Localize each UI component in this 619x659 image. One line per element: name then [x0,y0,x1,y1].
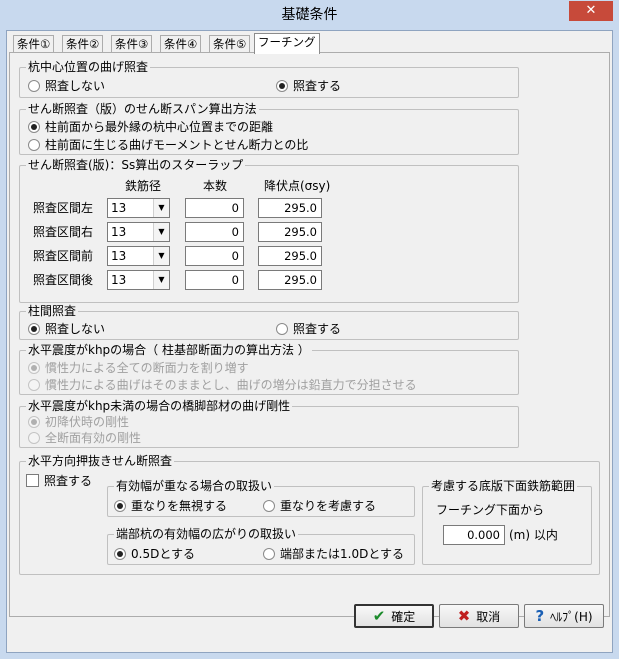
yield-input-back[interactable]: 295.0 [258,270,322,290]
radio-icon [263,499,275,512]
group-title: 柱間照査 [26,304,79,318]
group-title: 有効幅が重なる場合の取扱い [114,479,275,493]
group-shear-span: せん断照査（版）のせん断スパン算出方法 柱前面から最外縁の杭中心位置までの距離 … [19,102,519,155]
count-input-right[interactable]: 0 [185,222,244,242]
tab-condition-2[interactable]: 条件② [62,35,104,53]
checkbox-icon [26,474,39,487]
row-label-left: 照査区間左 [33,201,94,215]
close-button[interactable]: ✕ [569,1,613,21]
dialog-client: 条件① 条件② 条件③ 条件④ 条件⑤ フーチング 杭中心位置の曲げ照査 照査し… [6,30,613,653]
tab-panel-footing: 杭中心位置の曲げ照査 照査しない 照査する せん断照査（版）のせん断スパン算出方… [9,52,610,617]
diameter-select-back[interactable]: 13 ▼ [107,270,170,290]
radio-icon [28,361,40,374]
ok-button[interactable]: ✔ 確定 [354,604,434,628]
radio-initial-yield-stiffness[interactable]: 初降伏時の剛性 [28,413,129,430]
group-title: 水平震度がkhp未満の場合の橋脚部材の曲げ剛性 [26,399,293,413]
radio-icon [263,547,275,560]
window-title: 基礎条件 [281,7,338,23]
group-pile-center-bending: 杭中心位置の曲げ照査 照査しない 照査する [19,60,519,98]
radio-icon [28,120,40,133]
radio-icon [28,322,40,335]
cancel-button[interactable]: ✖ 取消 [439,604,519,628]
radio-icon [28,415,40,428]
tab-condition-3[interactable]: 条件③ [111,35,153,53]
close-icon: ✕ [585,3,597,18]
radio-icon [276,79,288,92]
group-inter-column: 柱間照査 照査しない 照査する [19,304,519,340]
diameter-select-left[interactable]: 13 ▼ [107,198,170,218]
row-label-back: 照査区間後 [33,273,94,287]
group-overlap-handling: 有効幅が重なる場合の取扱い 重なりを無視する 重なりを考慮する [107,479,415,517]
dropdown-arrow-icon: ▼ [153,247,169,265]
group-title: せん断照査（版）のせん断スパン算出方法 [26,102,259,116]
tab-condition-1[interactable]: 条件① [13,35,55,53]
tab-condition-5[interactable]: 条件⑤ [209,35,251,53]
dialog-window: 基礎条件 ✕ 条件① 条件② 条件③ 条件④ 条件⑤ フーチング 杭中心位置の曲… [0,0,619,659]
checkbox-punching-check[interactable]: 照査する [26,472,92,489]
yield-input-right[interactable]: 295.0 [258,222,322,242]
group-title: 考慮する底版下面鉄筋範囲 [429,479,578,493]
group-title: せん断照査(版)：Ss算出のスターラップ [26,158,246,172]
radio-end-pile-05d[interactable]: 0.5Dとする [114,545,195,562]
radio-inter-column-no[interactable]: 照査しない [28,320,105,337]
group-rebar-range: 考慮する底版下面鉄筋範囲 フーチング下面から 0.000 (m) 以内 [422,479,592,565]
column-header-yield: 降伏点(σsy) [264,179,331,193]
yield-input-left[interactable]: 295.0 [258,198,322,218]
group-title: 水平震度がkhpの場合（ 柱基部断面力の算出方法 ） [26,343,312,357]
group-khp-under: 水平震度がkhp未満の場合の橋脚部材の曲げ剛性 初降伏時の剛性 全断面有効の剛性 [19,399,519,448]
question-icon: ? [535,607,545,625]
group-khp-case: 水平震度がkhpの場合（ 柱基部断面力の算出方法 ） 慣性力による全ての断面力を… [19,343,519,395]
tab-condition-4[interactable]: 条件④ [160,35,202,53]
radio-inter-column-yes[interactable]: 照査する [276,320,341,337]
group-punching-shear: 水平方向押抜きせん断照査 照査する 有効幅が重なる場合の取扱い 重なりを無視する… [19,454,600,575]
count-input-front[interactable]: 0 [185,246,244,266]
rebar-range-from-label: フーチング下面から [436,503,545,517]
group-end-pile: 端部杭の有効幅の広がりの取扱い 0.5Dとする 端部または1.0Dとする [107,527,415,565]
radio-icon [28,431,40,444]
radio-end-pile-10d[interactable]: 端部または1.0Dとする [263,545,404,562]
help-button[interactable]: ? ﾍﾙﾌﾟ(H) [524,604,604,628]
count-input-left[interactable]: 0 [185,198,244,218]
column-header-count: 本数 [203,179,228,193]
dropdown-arrow-icon: ▼ [153,223,169,241]
radio-icon [28,79,40,92]
row-label-right: 照査区間右 [33,225,94,239]
group-stirrup: せん断照査(版)：Ss算出のスターラップ 鉄筋径 本数 降伏点(σsy) 照査区… [19,158,519,303]
radio-overlap-ignore[interactable]: 重なりを無視する [114,497,227,514]
radio-shear-span-ratio[interactable]: 柱前面に生じる曲げモーメントとせん断力との比 [28,136,308,153]
tab-footing[interactable]: フーチング [254,33,320,54]
dropdown-arrow-icon: ▼ [153,199,169,217]
radio-shear-span-distance[interactable]: 柱前面から最外縁の杭中心位置までの距離 [28,118,273,135]
count-input-back[interactable]: 0 [185,270,244,290]
radio-full-section-stiffness[interactable]: 全断面有効の剛性 [28,429,141,446]
diameter-select-right[interactable]: 13 ▼ [107,222,170,242]
radio-icon [276,322,288,335]
group-title: 水平方向押抜きせん断照査 [26,454,175,468]
dropdown-arrow-icon: ▼ [153,271,169,289]
column-header-diameter: 鉄筋径 [125,179,162,193]
diameter-select-front[interactable]: 13 ▼ [107,246,170,266]
radio-icon [28,138,40,151]
rebar-range-unit: (m) 以内 [509,528,558,542]
rebar-range-input[interactable]: 0.000 [443,525,505,545]
radio-pile-bending-yes[interactable]: 照査する [276,77,341,94]
radio-khp-vertical-share[interactable]: 慣性力による曲げはそのままとし、曲げの増分は鉛直力で分担させる [28,376,417,393]
radio-khp-amplify-all[interactable]: 慣性力による全ての断面力を割り増す [28,359,249,376]
radio-icon [114,499,126,512]
radio-icon [28,378,40,391]
group-title: 端部杭の有効幅の広がりの取扱い [114,527,299,541]
cross-icon: ✖ [457,607,471,625]
row-label-front: 照査区間前 [33,249,94,263]
radio-pile-bending-no[interactable]: 照査しない [28,77,105,94]
group-title: 杭中心位置の曲げ照査 [26,60,151,74]
yield-input-front[interactable]: 295.0 [258,246,322,266]
radio-icon [114,547,126,560]
checkmark-icon: ✔ [372,607,386,625]
radio-overlap-consider[interactable]: 重なりを考慮する [263,497,376,514]
